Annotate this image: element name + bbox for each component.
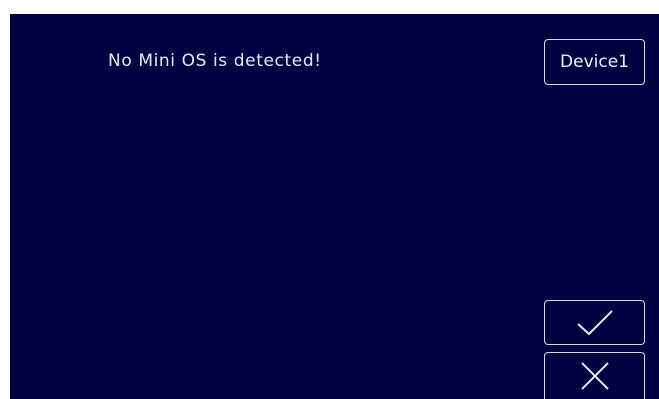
checkmark-icon xyxy=(575,308,615,338)
device-select-button[interactable]: Device1 xyxy=(544,39,645,85)
status-message: No Mini OS is detected! xyxy=(108,51,322,71)
cancel-button[interactable] xyxy=(544,352,645,399)
dialog-screen: No Mini OS is detected! Device1 xyxy=(10,14,659,399)
confirm-button[interactable] xyxy=(544,300,645,345)
x-icon xyxy=(578,359,612,393)
device-button-label: Device1 xyxy=(560,52,629,72)
